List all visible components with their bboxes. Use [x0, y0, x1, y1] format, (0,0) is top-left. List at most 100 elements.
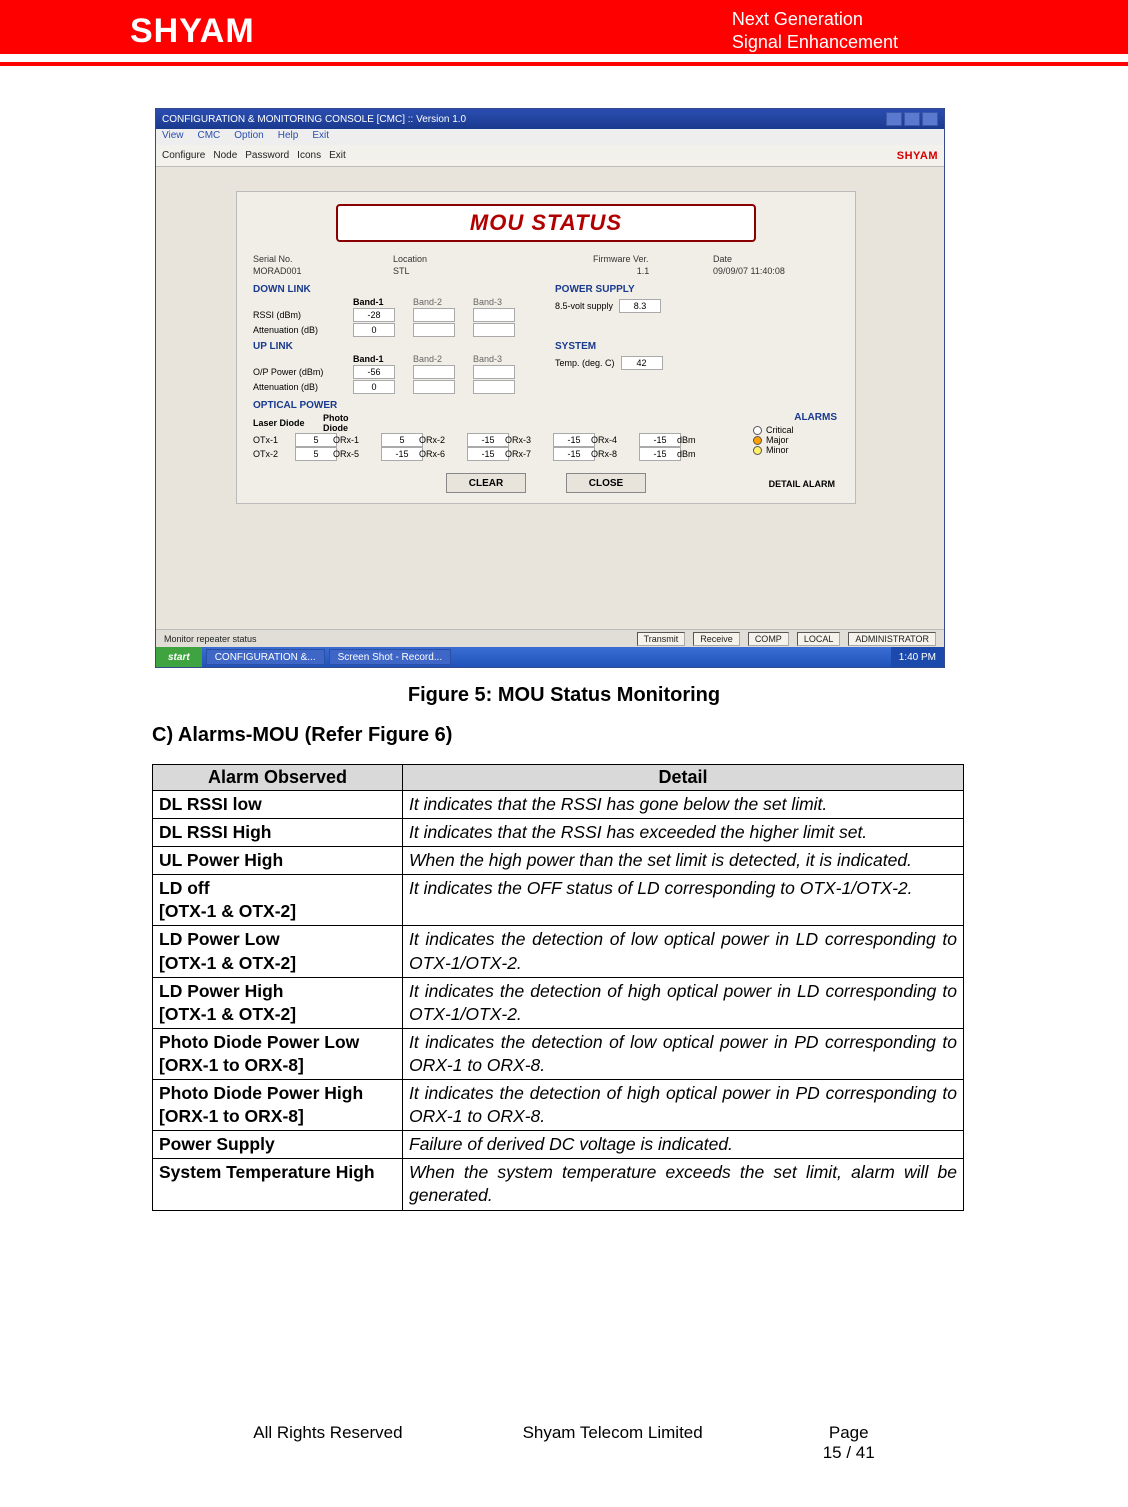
ul-band2-head: Band-2 [413, 354, 473, 364]
table-row: DL RSSI lowIt indicates that the RSSI ha… [153, 791, 964, 819]
toolbar-password[interactable]: Password [245, 150, 289, 161]
toolbar-node[interactable]: Node [213, 150, 237, 161]
table-row: Power Supply Failure of derived DC volta… [153, 1131, 964, 1159]
orx2-value[interactable]: -15 [467, 433, 509, 447]
orx3-value[interactable]: -15 [553, 433, 595, 447]
dl-rssi-b2[interactable] [413, 308, 455, 322]
menu-cmc[interactable]: CMC [198, 130, 221, 144]
taskbar-item-2[interactable]: Screen Shot - Record... [329, 649, 452, 665]
ul-att-b2[interactable] [413, 380, 455, 394]
ps-label: 8.5-volt supply [555, 301, 613, 311]
menu-help[interactable]: Help [278, 130, 299, 144]
orx7-value[interactable]: -15 [553, 447, 595, 461]
otx1-value[interactable]: 5 [295, 433, 337, 447]
dl-att-b3[interactable] [473, 323, 515, 337]
header-tagline: Next Generation Signal Enhancement [732, 8, 898, 53]
toolbar-icons[interactable]: Icons [297, 150, 321, 161]
system-temp-value[interactable]: 42 [621, 356, 663, 370]
figure-caption: Figure 5: MOU Status Monitoring [0, 684, 1128, 707]
laser-diode-head: Laser Diode [253, 418, 323, 428]
status-bar: Monitor repeater status Transmit Receive… [156, 629, 944, 647]
taskbar-item-1[interactable]: CONFIGURATION &... [206, 649, 325, 665]
alarm-cell: LD Power Low [OTX-1 & OTX-2] [153, 926, 403, 977]
orx8-label: ORx-8 [591, 449, 637, 459]
status-receive: Receive [693, 632, 740, 646]
orx5-value[interactable]: -15 [381, 447, 423, 461]
mou-status-panel: MOU STATUS Serial No. MORAD001 Location … [236, 191, 856, 504]
alarm-major-label: Major [766, 435, 789, 445]
ul-op-b2[interactable] [413, 365, 455, 379]
detail-cell: When the system temperature exceeds the … [403, 1159, 964, 1210]
toolbar-configure[interactable]: Configure [162, 150, 205, 161]
footer-center: Shyam Telecom Limited [523, 1423, 703, 1463]
close-icon[interactable] [922, 112, 938, 126]
table-row: LD Power High [OTX-1 & OTX-2]It indicate… [153, 977, 964, 1028]
toolbar-exit[interactable]: Exit [329, 150, 346, 161]
taskbar: start CONFIGURATION &... Screen Shot - R… [156, 647, 944, 667]
dl-band2-head: Band-2 [413, 297, 473, 307]
orx1-label: ORx-1 [333, 435, 379, 445]
detail-cell: It indicates the detection of low optica… [403, 926, 964, 977]
alarm-cell: System Temperature High [153, 1159, 403, 1210]
footer-left: All Rights Reserved [253, 1423, 402, 1463]
system-title: SYSTEM [555, 341, 839, 352]
otx2-label: OTx-2 [253, 449, 293, 459]
orx3-label: ORx-3 [505, 435, 551, 445]
alarm-cell: DL RSSI High [153, 819, 403, 847]
ul-op-b1[interactable]: -56 [353, 365, 395, 379]
orx6-label: ORx-6 [419, 449, 465, 459]
table-row: LD off[OTX-1 & OTX-2]It indicates the OF… [153, 875, 964, 926]
dl-band1-head: Band-1 [353, 297, 413, 307]
ul-att-b3[interactable] [473, 380, 515, 394]
firmware-value: 1.1 [593, 266, 693, 276]
orx6-value[interactable]: -15 [467, 447, 509, 461]
clear-button[interactable]: CLEAR [446, 473, 526, 493]
alarm-col-header: Alarm Observed [153, 765, 403, 791]
alarm-critical-label: Critical [766, 425, 794, 435]
menu-view[interactable]: View [162, 130, 184, 144]
table-row: LD Power Low [OTX-1 & OTX-2]It indicates… [153, 926, 964, 977]
window-titlebar[interactable]: CONFIGURATION & MONITORING CONSOLE [CMC]… [156, 109, 944, 129]
table-row: System Temperature HighWhen the system t… [153, 1159, 964, 1210]
status-transmit: Transmit [637, 632, 686, 646]
status-msg: Monitor repeater status [164, 634, 257, 644]
taskbar-clock[interactable]: 1:40 PM [891, 647, 944, 667]
orx7-label: ORx-7 [505, 449, 551, 459]
date-value: 09/09/07 11:40:08 [713, 266, 785, 276]
ul-band1-head: Band-1 [353, 354, 413, 364]
alarm-table: Alarm Observed Detail DL RSSI lowIt indi… [152, 764, 964, 1211]
dl-rssi-b1[interactable]: -28 [353, 308, 395, 322]
otx1-label: OTx-1 [253, 435, 293, 445]
ul-att-b1[interactable]: 0 [353, 380, 395, 394]
ul-att-label: Attenuation (dB) [253, 382, 353, 392]
dl-att-b1[interactable]: 0 [353, 323, 395, 337]
detail-cell: It indicates the OFF status of LD corres… [403, 875, 964, 926]
close-button[interactable]: CLOSE [566, 473, 646, 493]
start-button[interactable]: start [156, 647, 202, 667]
menu-exit[interactable]: Exit [312, 130, 329, 144]
maximize-icon[interactable] [904, 112, 920, 126]
major-dot-icon [753, 436, 762, 445]
dl-rssi-b3[interactable] [473, 308, 515, 322]
ps-value[interactable]: 8.3 [619, 299, 661, 313]
downlink-group: DOWN LINK Band-1Band-2Band-3 RSSI (dBm)-… [253, 284, 537, 337]
ul-op-b3[interactable] [473, 365, 515, 379]
optical-unit-1: dBm [677, 435, 707, 445]
detail-alarm-button[interactable]: DETAIL ALARM [769, 479, 835, 489]
orx8-value[interactable]: -15 [639, 447, 681, 461]
orx1-value[interactable]: 5 [381, 433, 423, 447]
tagline-line1: Next Generation [732, 8, 898, 31]
dl-att-b2[interactable] [413, 323, 455, 337]
uplink-title: UP LINK [253, 341, 537, 352]
orx5-label: ORx-5 [333, 449, 379, 459]
footer-page-label: Page [829, 1423, 869, 1442]
window-title: CONFIGURATION & MONITORING CONSOLE [CMC]… [162, 114, 466, 125]
orx4-value[interactable]: -15 [639, 433, 681, 447]
menu-option[interactable]: Option [234, 130, 263, 144]
minimize-icon[interactable] [886, 112, 902, 126]
optical-unit-2: dBm [677, 449, 707, 459]
alarm-cell: UL Power High [153, 847, 403, 875]
date-label: Date [713, 254, 785, 264]
otx2-value[interactable]: 5 [295, 447, 337, 461]
ul-band3-head: Band-3 [473, 354, 533, 364]
